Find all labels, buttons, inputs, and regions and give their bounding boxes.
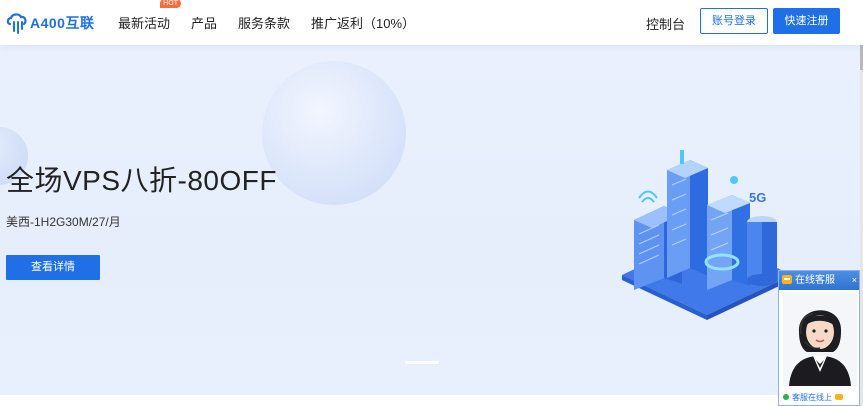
- hero-title: 全场VPS八折-80OFF: [6, 165, 277, 196]
- nav-item-label: 最新活动: [118, 16, 171, 31]
- cloud-logo-icon: [6, 13, 27, 34]
- message-icon: [835, 394, 843, 400]
- hero-subtitle: 美西-1H2G30M/27/月: [6, 215, 121, 229]
- nav-item-terms[interactable]: 服务条款: [238, 13, 290, 32]
- nav-item-label: 产品: [191, 16, 218, 31]
- nav-item-label: 服务条款: [238, 16, 291, 31]
- main-nav: 最新活动 HOT 产品 服务条款 推广返利（10%）: [118, 0, 436, 45]
- brand-logo[interactable]: A400互联: [6, 11, 94, 35]
- decorative-sphere: [262, 61, 406, 205]
- 5g-label: 5G: [749, 190, 766, 205]
- chat-status[interactable]: 客服在线上: [779, 391, 859, 405]
- hero-banner: 全场VPS八折-80OFF 美西-1H2G30M/27/月 查看详情 5G: [0, 45, 860, 395]
- nav-item-latest-activity[interactable]: 最新活动 HOT: [118, 0, 182, 32]
- nav-item-products[interactable]: 产品: [191, 13, 217, 32]
- chat-header[interactable]: 在线客服 ×: [779, 271, 859, 290]
- logo-text: A400互联: [30, 15, 95, 31]
- city-illustration: 5G: [622, 150, 792, 320]
- online-service-widget[interactable]: 在线客服 × 客服在线上: [778, 270, 860, 406]
- view-details-button[interactable]: 查看详情: [6, 255, 100, 280]
- close-icon[interactable]: ×: [852, 271, 857, 290]
- hot-badge: HOT: [160, 0, 182, 8]
- top-header: A400互联 最新活动 HOT 产品 服务条款 推广返利（10%） 控制台 账号…: [0, 0, 863, 45]
- carousel-indicator[interactable]: [405, 361, 439, 364]
- online-status-icon: [783, 394, 789, 400]
- nav-item-label: 推广返利（10%）: [311, 16, 416, 31]
- agent-avatar[interactable]: [783, 292, 857, 386]
- console-link[interactable]: 控制台: [646, 14, 685, 33]
- register-button[interactable]: 快速注册: [773, 8, 840, 34]
- chat-status-label: 客服在线上: [792, 393, 832, 402]
- chat-bubble-icon: [782, 275, 792, 284]
- nav-item-affiliate[interactable]: 推广返利（10%）: [311, 13, 415, 32]
- login-button[interactable]: 账号登录: [700, 8, 768, 34]
- chat-title: 在线客服: [795, 275, 835, 286]
